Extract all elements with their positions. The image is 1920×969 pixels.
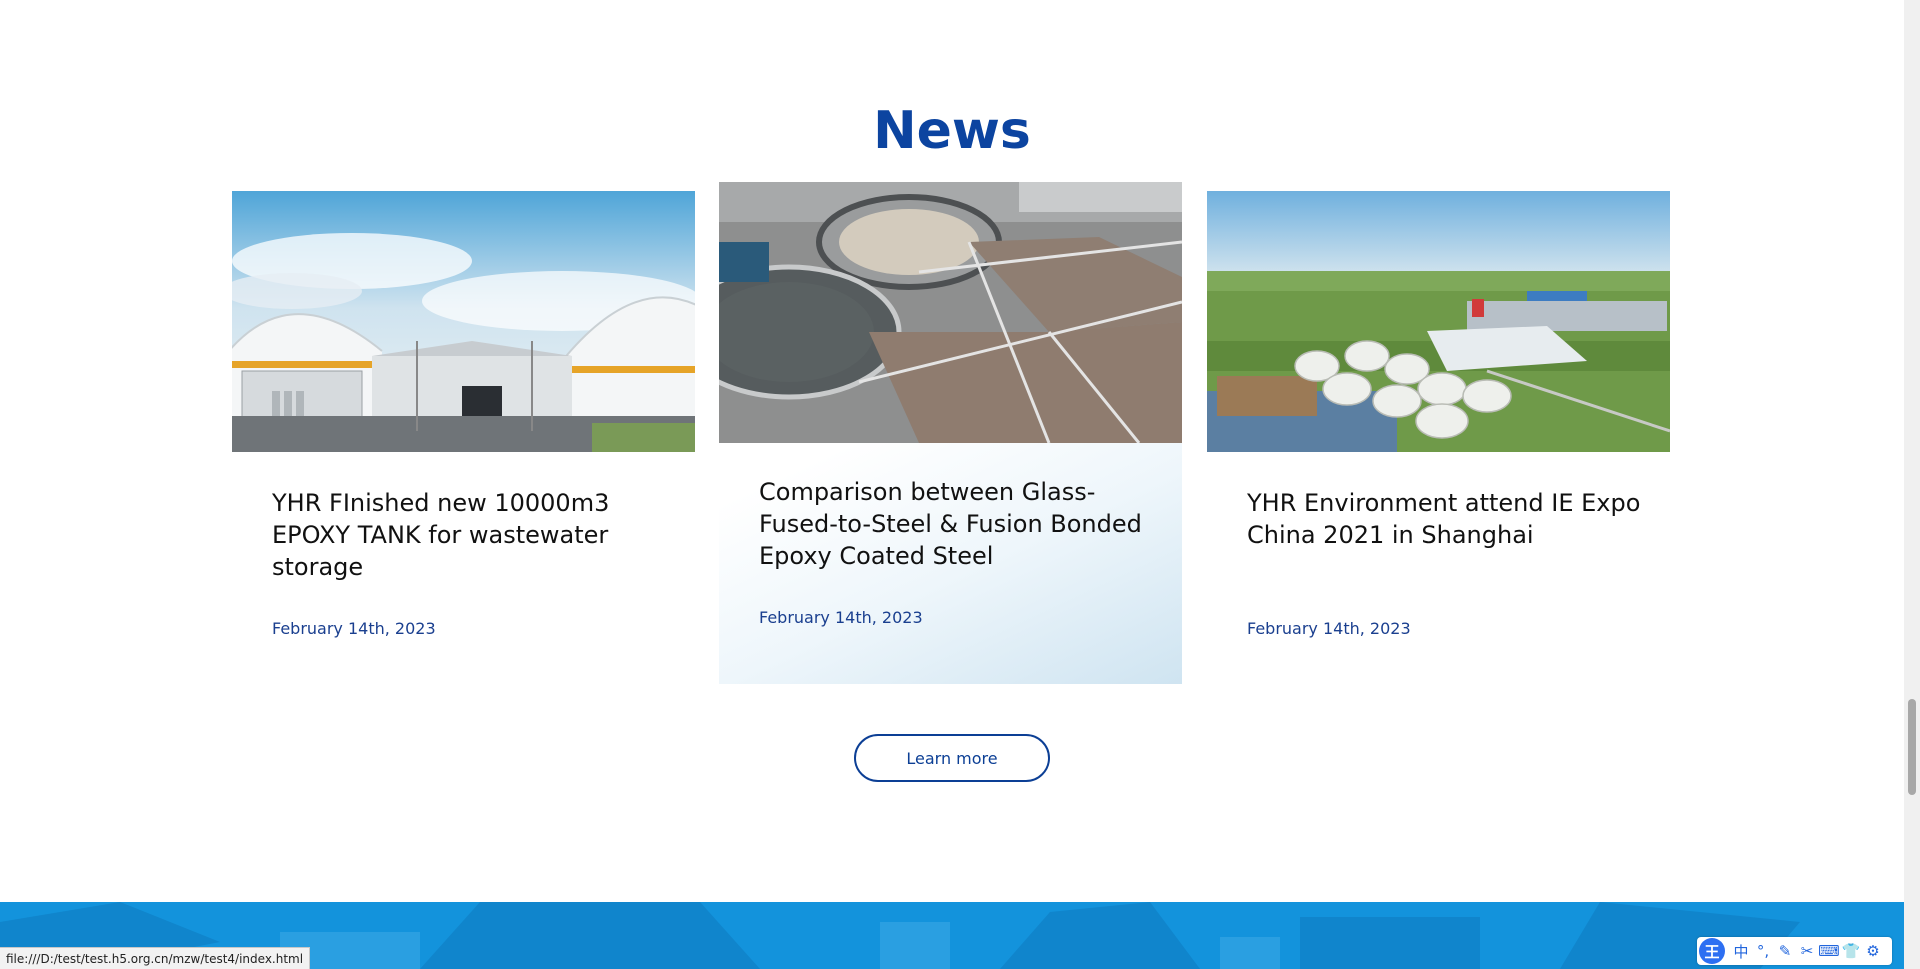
news-date: February 14th, 2023 (759, 608, 923, 627)
news-image-wastewater-plant[interactable] (719, 182, 1182, 443)
news-image-biogas-domes[interactable] (232, 191, 695, 452)
news-card[interactable]: Comparison between Glass-Fused-to-Steel … (719, 182, 1182, 684)
section-title: News (873, 101, 1031, 161)
ime-logo-icon[interactable]: 王 (1699, 938, 1725, 964)
news-title[interactable]: Comparison between Glass-Fused-to-Steel … (759, 476, 1159, 572)
news-card[interactable]: YHR Environment attend IE Expo China 202… (1207, 191, 1670, 671)
news-date: February 14th, 2023 (272, 619, 436, 638)
vertical-scrollbar[interactable] (1904, 0, 1920, 969)
news-card[interactable]: YHR FInished new 10000m3 EPOXY TANK for … (232, 191, 695, 671)
keyboard-icon[interactable]: ⌨ (1818, 940, 1840, 962)
ime-toolbar[interactable]: 王 中 °, ✎ ✂ ⌨ 👕 ⚙ (1697, 937, 1892, 965)
learn-more-button[interactable]: Learn more (854, 734, 1050, 782)
status-bar-url: file:///D:/test/test.h5.org.cn/mzw/test4… (0, 947, 311, 969)
news-image-aerial-tank-farm[interactable] (1207, 191, 1670, 452)
page: News YHR FInished new 10000m3 EPOXY TANK… (0, 0, 1904, 969)
scrollbar-thumb[interactable] (1908, 699, 1916, 795)
handwriting-icon[interactable]: ✎ (1775, 940, 1795, 962)
chinese-mode-icon[interactable]: 中 (1731, 940, 1751, 962)
punctuation-icon[interactable]: °, (1753, 940, 1773, 962)
news-title[interactable]: YHR FInished new 10000m3 EPOXY TANK for … (272, 487, 672, 583)
gear-icon[interactable]: ⚙ (1863, 940, 1883, 962)
skin-icon[interactable]: 👕 (1841, 940, 1861, 962)
scissors-icon[interactable]: ✂ (1797, 940, 1817, 962)
news-date: February 14th, 2023 (1247, 619, 1411, 638)
news-title[interactable]: YHR Environment attend IE Expo China 202… (1247, 487, 1647, 551)
